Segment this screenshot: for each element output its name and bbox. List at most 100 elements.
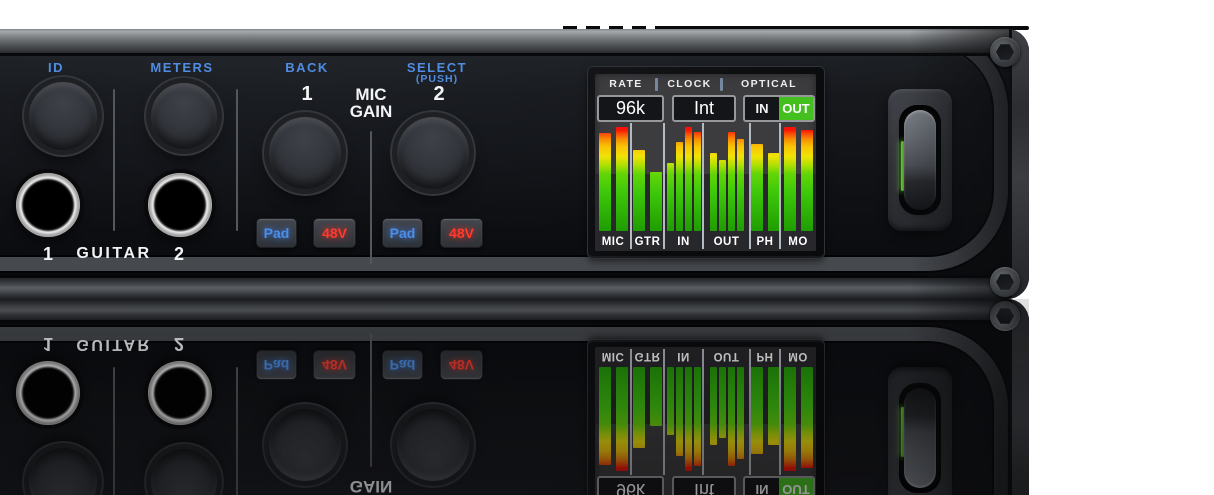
- optical-in-cell: IN: [745, 97, 779, 120]
- header-separator: [655, 78, 658, 91]
- meter-bar: [616, 127, 628, 231]
- meter-group-out: OUT: [703, 347, 750, 475]
- mic-gain-line2: GAIN: [350, 102, 393, 121]
- device-reflection: ID METERS 1 GUITAR 2 BACK SELECT (PUSH) …: [0, 299, 1029, 495]
- phantom-48v-button-2: 48V: [440, 350, 483, 380]
- meters-knob[interactable]: [151, 83, 217, 149]
- mic-gain-knob-2[interactable]: [397, 117, 469, 189]
- meter-bar: [685, 127, 692, 231]
- rack-screw-top: [990, 37, 1020, 67]
- mic-gain-knob-2: [397, 409, 469, 481]
- pad-button-2[interactable]: Pad: [382, 218, 423, 248]
- meter-separator: [702, 349, 704, 475]
- meter-separator: [630, 349, 632, 475]
- meter-bar: [650, 172, 662, 231]
- power-switch: [888, 367, 952, 495]
- lcd-screen: RATE CLOCK OPTICAL 96k Int IN OUT MICGTR…: [595, 347, 816, 495]
- meter-separator: [663, 349, 665, 475]
- power-switch-recess: [899, 105, 941, 215]
- lcd-display: RATE CLOCK OPTICAL 96k Int IN OUT MICGTR…: [588, 340, 824, 495]
- meter-label: OUT: [703, 236, 750, 248]
- meter-bars: [750, 367, 780, 475]
- sample-rate-value: 96k: [597, 476, 664, 495]
- meter-label: OUT: [703, 350, 750, 362]
- optical-header: OPTICAL: [722, 78, 816, 92]
- meter-bar: [768, 367, 780, 445]
- guitar-input-jack-1: [16, 173, 80, 237]
- lcd-display: RATE CLOCK OPTICAL 96k Int IN OUT MICGTR…: [588, 67, 824, 258]
- meter-bar: [801, 367, 813, 468]
- panel-bezel: [0, 56, 1008, 271]
- meter-label: MIC: [595, 236, 631, 248]
- rack-ear: [1009, 29, 1029, 299]
- meter-bar: [667, 367, 674, 435]
- guitar-label: GUITAR: [64, 335, 164, 353]
- meter-bar: [694, 367, 701, 466]
- guitar-input-jack-2: [148, 173, 212, 237]
- meter-label: IN: [664, 236, 703, 248]
- id-label: ID: [26, 60, 86, 75]
- meter-bar: [710, 367, 717, 445]
- id-knob: [29, 448, 97, 495]
- mic-gain-label: MICGAIN: [341, 478, 401, 495]
- audio-interface-front-panel: ID METERS 1 GUITAR 2 BACK SELECT (PUSH) …: [0, 29, 1029, 299]
- meter-group-mo: MO: [780, 347, 816, 475]
- meter-group-mic: MIC: [595, 123, 631, 251]
- meter-bar: [599, 133, 611, 231]
- meter-bar: [616, 367, 628, 471]
- meter-bar: [694, 132, 701, 231]
- separator-id-meters: [113, 367, 115, 495]
- lcd-screen: RATE CLOCK OPTICAL 96k Int IN OUT MICGTR…: [595, 74, 816, 251]
- meter-label: PH: [750, 236, 780, 248]
- jack1-number: 1: [34, 244, 62, 265]
- meter-bar: [801, 130, 813, 231]
- guitar-input-jack-1: [16, 361, 80, 425]
- meter-label: MIC: [595, 350, 631, 362]
- meters-knob: [151, 449, 217, 495]
- phantom-48v-button-1[interactable]: 48V: [313, 218, 356, 248]
- meter-bars: [780, 367, 816, 475]
- optical-out-cell-active: OUT: [779, 97, 813, 120]
- mic-gain-line2: GAIN: [350, 477, 393, 495]
- clock-source-value: Int: [672, 95, 736, 122]
- power-rocker[interactable]: [904, 110, 936, 210]
- front-panel-face: ID METERS 1 GUITAR 2 BACK SELECT (PUSH) …: [0, 323, 1029, 495]
- separator-micgain-channels: [370, 131, 372, 264]
- pad-button-1[interactable]: Pad: [256, 218, 297, 248]
- power-switch[interactable]: [888, 89, 952, 231]
- meter-label: GTR: [631, 236, 664, 248]
- meter-bars: [750, 123, 780, 231]
- mic-gain-label: MICGAIN: [341, 86, 401, 120]
- device-reflection-image: ID METERS 1 GUITAR 2 BACK SELECT (PUSH) …: [0, 299, 1029, 495]
- phantom-48v-button-2[interactable]: 48V: [440, 218, 483, 248]
- meter-group-gtr: GTR: [631, 123, 664, 251]
- rack-screw-bottom: [990, 267, 1020, 297]
- meter-bars: [703, 367, 750, 475]
- lcd-meter-background: [595, 347, 816, 424]
- back-label: BACK: [257, 60, 357, 75]
- meter-bars: [595, 367, 631, 475]
- chassis-top-strip: [0, 29, 1029, 56]
- jack1-number: 1: [34, 333, 62, 354]
- optical-in-cell: IN: [745, 478, 779, 495]
- rate-header: RATE: [595, 78, 657, 92]
- gain-channel-2-number: 2: [424, 83, 454, 106]
- meter-bars: [664, 123, 703, 231]
- meter-bar: [676, 367, 683, 456]
- meter-separator: [779, 349, 781, 475]
- meter-bar: [599, 367, 611, 465]
- meter-bars: [595, 123, 631, 231]
- meter-group-mo: MO: [780, 123, 816, 251]
- meter-bars: [631, 123, 664, 231]
- sample-rate-value: 96k: [597, 95, 664, 122]
- reflection-fade: [0, 299, 1029, 495]
- jack2-number: 2: [165, 333, 193, 354]
- meter-group-in: IN: [664, 347, 703, 475]
- meter-bar: [719, 367, 726, 438]
- optical-in-out-indicator: IN OUT: [743, 95, 815, 122]
- id-knob[interactable]: [29, 82, 97, 150]
- meter-label: MO: [780, 236, 816, 248]
- power-rocker: [904, 388, 936, 488]
- meter-bars: [664, 367, 703, 475]
- mic-gain-knob-1[interactable]: [269, 117, 341, 189]
